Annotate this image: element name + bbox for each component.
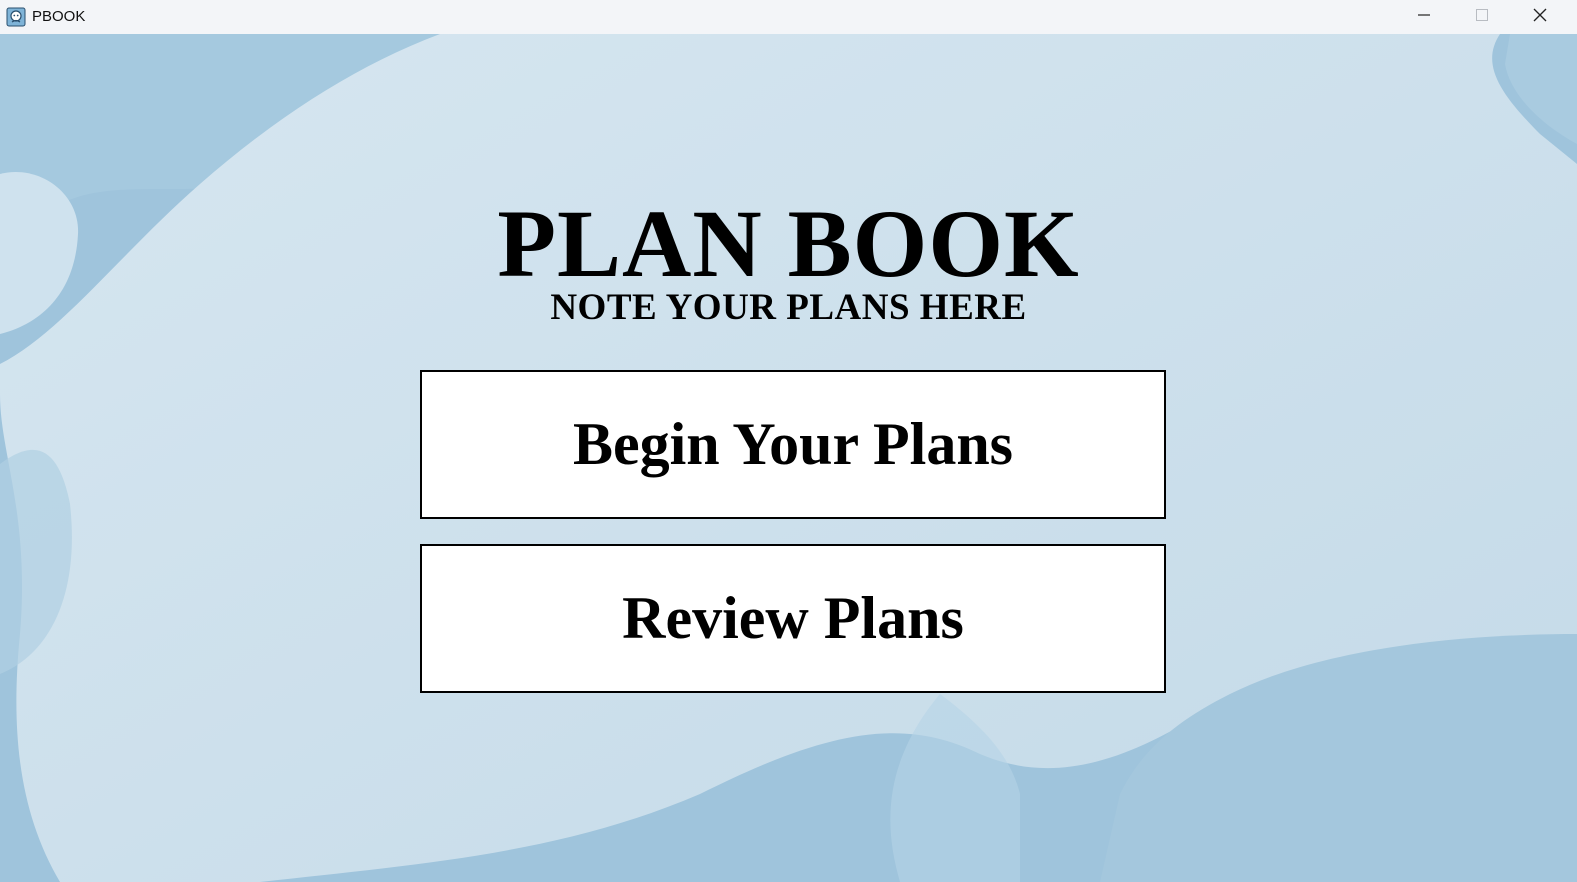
maximize-button[interactable]: [1453, 0, 1511, 34]
maximize-icon: [1475, 8, 1489, 27]
minimize-icon: [1417, 8, 1431, 27]
app-book-icon: [6, 7, 26, 27]
review-plans-button[interactable]: Review Plans: [420, 544, 1166, 693]
close-icon: [1533, 8, 1547, 27]
window-title: PBOOK: [32, 8, 86, 25]
begin-plans-button[interactable]: Begin Your Plans: [420, 370, 1166, 519]
close-button[interactable]: [1511, 0, 1569, 34]
app-subtitle: NOTE YOUR PLANS HERE: [550, 287, 1027, 328]
app-window: PBOOK PLAN BOOK NOTE YOUR PLANS HERE Beg…: [0, 0, 1577, 882]
minimize-button[interactable]: [1395, 0, 1453, 34]
main-content: PLAN BOOK NOTE YOUR PLANS HERE Begin You…: [0, 34, 1577, 882]
app-title: PLAN BOOK: [497, 190, 1080, 297]
title-bar: PBOOK: [0, 0, 1577, 34]
